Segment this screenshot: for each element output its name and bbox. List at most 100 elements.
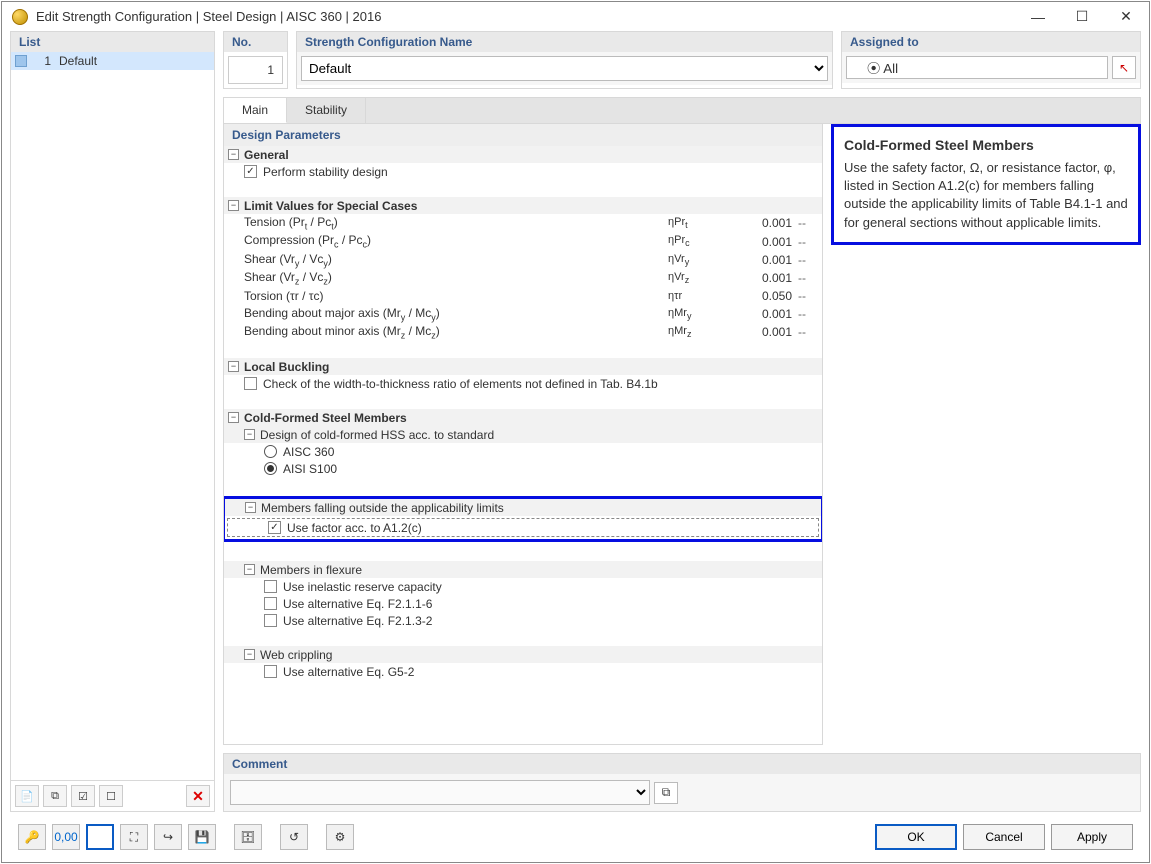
- limit-symbol: ηVrz: [668, 271, 728, 285]
- limit-row[interactable]: Bending about minor axis (Mrz / Mcz)ηMrz…: [224, 323, 822, 341]
- label-alt-f2132: Use alternative Eq. F2.1.3-2: [283, 614, 432, 628]
- limit-row[interactable]: Tension (Prt / Pct)ηPrt0.001--: [224, 214, 822, 232]
- dialog-window: Edit Strength Configuration | Steel Desi…: [1, 1, 1150, 863]
- assigned-pick-button[interactable]: ↖: [1112, 56, 1136, 79]
- list-item-default[interactable]: 1 Default: [11, 52, 214, 70]
- new-button[interactable]: 📄: [15, 785, 39, 807]
- limit-label: Torsion (τr / τc): [244, 289, 668, 303]
- limit-label: Shear (Vry / Vcy): [244, 252, 668, 268]
- assigned-input[interactable]: [846, 56, 1108, 79]
- collapse-icon[interactable]: −: [245, 502, 256, 513]
- limit-symbol: ηMrz: [668, 325, 728, 339]
- tool-settings[interactable]: ⚙: [326, 824, 354, 850]
- tool-units[interactable]: 0,00: [52, 824, 80, 850]
- cancel-button[interactable]: Cancel: [963, 824, 1045, 850]
- list-header: List: [11, 32, 214, 52]
- tool-database[interactable]: 🗄: [234, 824, 262, 850]
- limit-row[interactable]: Shear (Vry / Vcy)ηVry0.001--: [224, 251, 822, 269]
- bottom-toolbar: 🔑 0,00 ⛶ ↪ 💾 🗄 ↺ ⚙ OK Cancel Apply: [10, 818, 1141, 856]
- check-all-button[interactable]: ☑: [71, 785, 95, 807]
- limit-label: Shear (Vrz / Vcz): [244, 270, 668, 286]
- limit-symbol: ητr: [668, 290, 728, 302]
- limit-unit: --: [798, 253, 818, 267]
- copy-button[interactable]: ⧉: [43, 785, 67, 807]
- limit-row[interactable]: Compression (Prc / Pcc)ηPrc0.001--: [224, 232, 822, 250]
- collapse-icon[interactable]: −: [228, 361, 239, 372]
- name-label: Strength Configuration Name: [297, 32, 832, 52]
- group-local-buckling: Local Buckling: [244, 360, 329, 374]
- chk-inelastic-reserve[interactable]: [264, 580, 277, 593]
- collapse-icon[interactable]: −: [244, 564, 255, 575]
- maximize-button[interactable]: ☐: [1069, 8, 1095, 25]
- radio-aisc-360[interactable]: [264, 445, 277, 458]
- limit-unit: --: [798, 289, 818, 303]
- label-aisc-360: AISC 360: [283, 445, 334, 459]
- collapse-icon[interactable]: −: [244, 649, 255, 660]
- radio-aisi-s100[interactable]: [264, 462, 277, 475]
- tool-save[interactable]: 💾: [188, 824, 216, 850]
- comment-box: Comment ⧉: [223, 753, 1141, 812]
- group-cold-formed: Cold-Formed Steel Members: [244, 411, 407, 425]
- chk-alt-f2132[interactable]: [264, 614, 277, 627]
- expand-button[interactable]: ☐: [99, 785, 123, 807]
- limit-value: 0.001: [728, 325, 798, 339]
- limit-value: 0.001: [728, 307, 798, 321]
- info-card: Cold-Formed Steel Members Use the safety…: [831, 124, 1141, 245]
- tool-members[interactable]: ⛶: [120, 824, 148, 850]
- group-general: General: [244, 148, 289, 162]
- close-button[interactable]: ✕: [1113, 8, 1139, 25]
- info-body: Use the safety factor, Ω, or resistance …: [844, 159, 1128, 232]
- limit-value: 0.001: [728, 253, 798, 267]
- limit-symbol: ηPrc: [668, 234, 728, 248]
- chk-width-thickness[interactable]: [244, 377, 257, 390]
- minimize-button[interactable]: —: [1025, 9, 1051, 25]
- no-label: No.: [224, 32, 287, 52]
- tool-grid[interactable]: [86, 824, 114, 850]
- label-use-factor-a12c: Use factor acc. to A1.2(c): [287, 521, 422, 535]
- design-parameters-title: Design Parameters: [224, 124, 822, 146]
- chk-alt-f2116[interactable]: [264, 597, 277, 610]
- list-item-number: 1: [33, 54, 51, 68]
- collapse-icon[interactable]: −: [244, 429, 255, 440]
- name-select[interactable]: Default: [301, 56, 828, 81]
- tool-search[interactable]: 🔑: [18, 824, 46, 850]
- limit-row[interactable]: Torsion (τr / τc)ητr0.050--: [224, 288, 822, 305]
- no-value[interactable]: 1: [228, 56, 283, 84]
- chk-use-factor-a12c[interactable]: ✓: [268, 521, 281, 534]
- app-icon: [12, 9, 28, 25]
- limit-symbol: ηMry: [668, 307, 728, 321]
- list-item-label: Default: [59, 54, 97, 68]
- group-limit-values: Limit Values for Special Cases: [244, 199, 417, 213]
- comment-select[interactable]: [230, 780, 650, 805]
- delete-button[interactable]: ✕: [186, 785, 210, 807]
- collapse-icon[interactable]: −: [228, 149, 239, 160]
- info-title: Cold-Formed Steel Members: [844, 137, 1128, 153]
- tool-export[interactable]: ↪: [154, 824, 182, 850]
- limit-unit: --: [798, 307, 818, 321]
- chk-alt-g52[interactable]: [264, 665, 277, 678]
- label-perform-stability: Perform stability design: [263, 165, 388, 179]
- tab-main[interactable]: Main: [224, 98, 287, 123]
- window-title: Edit Strength Configuration | Steel Desi…: [36, 9, 1025, 24]
- label-alt-g52: Use alternative Eq. G5-2: [283, 665, 414, 679]
- collapse-icon[interactable]: −: [228, 200, 239, 211]
- limit-label: Tension (Prt / Pct): [244, 215, 668, 231]
- design-parameters-panel: Design Parameters −General ✓Perform stab…: [223, 124, 823, 745]
- label-aisi-s100: AISI S100: [283, 462, 337, 476]
- tool-reset[interactable]: ↺: [280, 824, 308, 850]
- limit-label: Compression (Prc / Pcc): [244, 233, 668, 249]
- assigned-box: Assigned to ↖: [841, 31, 1141, 89]
- apply-button[interactable]: Apply: [1051, 824, 1133, 850]
- limit-label: Bending about major axis (Mry / Mcy): [244, 306, 668, 322]
- ok-button[interactable]: OK: [875, 824, 957, 850]
- comment-pick-button[interactable]: ⧉: [654, 782, 678, 804]
- limit-unit: --: [798, 235, 818, 249]
- limit-row[interactable]: Shear (Vrz / Vcz)ηVrz0.001--: [224, 269, 822, 287]
- tab-stability[interactable]: Stability: [287, 98, 366, 123]
- limit-symbol: ηPrt: [668, 216, 728, 230]
- chk-perform-stability[interactable]: ✓: [244, 165, 257, 178]
- list-panel: List 1 Default 📄 ⧉ ☑ ☐ ✕: [10, 31, 215, 812]
- label-web-crippling: Web crippling: [260, 648, 332, 662]
- collapse-icon[interactable]: −: [228, 412, 239, 423]
- limit-row[interactable]: Bending about major axis (Mry / Mcy)ηMry…: [224, 305, 822, 323]
